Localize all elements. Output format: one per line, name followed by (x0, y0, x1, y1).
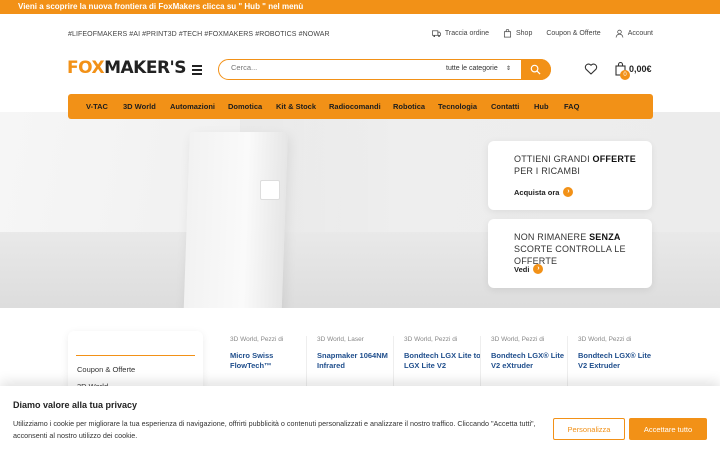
announcement-bar[interactable]: Vieni a scoprire la nuova frontiera di F… (0, 0, 720, 14)
product-name[interactable]: Micro Swiss FlowTech™ (230, 351, 310, 371)
customize-cookies-button[interactable]: Personalizza (553, 418, 625, 440)
logo-fox-text: FOX (67, 58, 105, 78)
bag-icon (503, 29, 511, 38)
menu-divider (76, 355, 195, 356)
search-button[interactable] (521, 58, 551, 80)
nav-item-automazioni[interactable]: Automazioni (170, 102, 215, 111)
product-name[interactable]: Bondtech LGX® Lite V2 eXtruder (491, 351, 571, 371)
product-category: 3D World, Laser (317, 336, 364, 343)
promo-text: NON RIMANERE SENZA SCORTE CONTROLLA LE O… (514, 232, 626, 266)
accept-all-cookies-button[interactable]: Accettare tutto (629, 418, 707, 440)
product-category: 3D World, Pezzi di (491, 336, 545, 343)
cookie-body: Utilizziamo i cookie per migliorare la t… (13, 419, 536, 440)
product-category: 3D World, Pezzi di (404, 336, 458, 343)
track-order-label: Traccia ordine (444, 30, 489, 37)
promo-card-ricambi[interactable]: OTTIENI GRANDI OFFERTE PER I RICAMBI Acq… (488, 141, 652, 210)
track-order-link[interactable]: Traccia ordine (431, 29, 489, 38)
product-name[interactable]: Snapmaker 1064NM Infrared (317, 351, 397, 371)
announcement-text: Vieni a scoprire la nuova frontiera di F… (18, 2, 304, 11)
menu-hamburger-icon[interactable] (192, 65, 202, 75)
hashtags-text: #LIFEOFMAKERS #AI #PRINT3D #TECH #FOXMAK… (68, 31, 330, 38)
main-nav: V-TAC 3D World Automazioni Domotica Kit … (68, 94, 653, 119)
cart-total[interactable]: 0,00€ (629, 64, 652, 74)
site-header: FOXMAKER'S tutte le categorie ⇕ 0 0,00€ (0, 50, 720, 90)
account-label: Account (627, 30, 653, 37)
nav-item-radiocomandi[interactable]: Radiocomandi (329, 102, 381, 111)
chevron-right-icon: › (533, 264, 544, 274)
nav-item-tecnologia[interactable]: Tecnologia (438, 102, 477, 111)
shop-link[interactable]: Shop (503, 29, 532, 38)
side-menu-item-coupon[interactable]: Coupon & Offerte (77, 365, 135, 374)
coupon-offers-label: Coupon & Offerte (546, 30, 601, 37)
see-offers-link[interactable]: Vedi › (514, 264, 544, 274)
nav-item-hub[interactable]: Hub (534, 102, 549, 111)
shop-label: Shop (515, 30, 533, 37)
search-icon (530, 64, 541, 75)
chevron-right-icon: › (563, 187, 574, 197)
truck-icon (431, 30, 441, 38)
product-category: 3D World, Pezzi di (230, 336, 284, 343)
account-link[interactable]: Account (615, 29, 653, 38)
search-input[interactable] (231, 63, 431, 72)
nav-item-kit-stock[interactable]: Kit & Stock (276, 102, 316, 111)
logo-makers-text: MAKER'S (104, 58, 186, 78)
nav-item-vtac[interactable]: V-TAC (86, 102, 108, 111)
nav-item-3d-world[interactable]: 3D World (123, 102, 156, 111)
select-arrows-icon: ⇕ (506, 66, 512, 72)
cookie-title: Diamo valore alla tua privacy (13, 400, 138, 410)
category-select[interactable]: tutte le categorie (446, 65, 498, 72)
hero-appliance-image (182, 132, 288, 308)
nav-item-domotica[interactable]: Domotica (228, 102, 262, 111)
product-category: 3D World, Pezzi di (578, 336, 632, 343)
search-bar: tutte le categorie ⇕ (218, 58, 551, 80)
coupon-offers-link[interactable]: Coupon & Offerte (546, 30, 600, 37)
utility-bar: #LIFEOFMAKERS #AI #PRINT3D #TECH #FOXMAK… (0, 25, 720, 45)
nav-item-contatti[interactable]: Contatti (491, 102, 519, 111)
nav-item-robotica[interactable]: Robotica (393, 102, 425, 111)
cookie-consent-banner: Diamo valore alla tua privacy Utilizziam… (0, 386, 720, 450)
promo-text: OTTIENI GRANDI OFFERTE PER I RICAMBI (514, 154, 636, 176)
utility-links: Traccia ordine Shop Coupon & Offerte Acc… (431, 29, 653, 38)
user-icon (615, 29, 623, 38)
foxmakers-logo[interactable]: FOXMAKER'S (67, 58, 186, 78)
product-name[interactable]: Bondtech LGX® Lite V2 Extruder (578, 351, 658, 371)
hero-appliance-panel (260, 180, 280, 200)
product-name[interactable]: Bondtech LGX Lite to LGX Lite V2 (404, 351, 484, 371)
nav-item-faq[interactable]: FAQ (564, 102, 579, 111)
wishlist-heart-icon[interactable] (584, 62, 598, 76)
promo-card-scorte[interactable]: NON RIMANERE SENZA SCORTE CONTROLLA LE O… (488, 219, 652, 288)
shop-now-link[interactable]: Acquista ora › (514, 187, 574, 197)
